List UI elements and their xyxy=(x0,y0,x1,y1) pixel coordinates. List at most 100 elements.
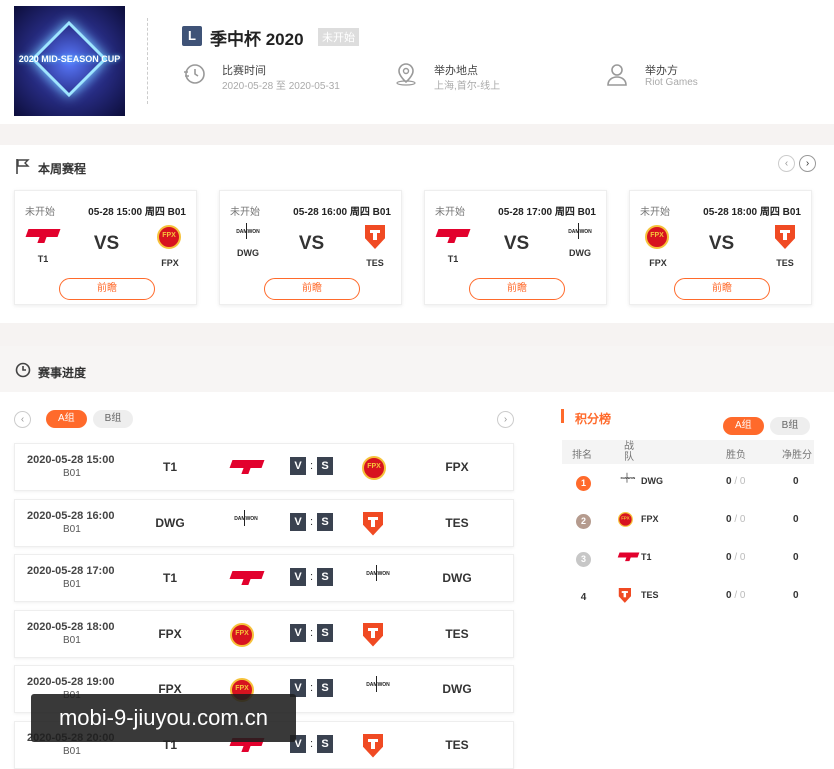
rank-badge: 3 xyxy=(576,552,591,567)
standings-tabs: A组 B组 xyxy=(723,417,811,435)
vs-right: S xyxy=(317,734,334,753)
dwg-logo-icon: DAMWON xyxy=(362,676,394,692)
vs-right: S xyxy=(317,512,334,531)
vs-score: V : S xyxy=(290,734,334,753)
win-loss: 0 / 0 xyxy=(726,476,745,487)
preview-button[interactable]: 前瞻 xyxy=(469,278,565,300)
logo-text: 2020 MID-SEASON CUP xyxy=(18,54,121,64)
match-time: 05-28 17:00 周四 B01 xyxy=(498,207,596,218)
team-name: DWG xyxy=(641,476,663,486)
team-b-name: FPX xyxy=(161,258,179,268)
info-label: 举办地点 xyxy=(434,65,478,77)
vs-score: V : S xyxy=(290,568,334,586)
match-bo: B01 xyxy=(63,523,81,535)
event-logo: 2020 MID-SEASON CUP xyxy=(14,6,125,116)
match-time: 05-28 16:00 周四 B01 xyxy=(293,207,391,218)
info-label: 举办方 xyxy=(645,65,678,77)
vs-colon: : xyxy=(310,460,314,472)
league-badge: L xyxy=(182,26,202,46)
info-label: 比赛时间 xyxy=(222,65,266,77)
standings-tab-a[interactable]: A组 xyxy=(723,417,764,435)
win-loss: 0 / 0 xyxy=(726,590,745,601)
team-a-name: FPX xyxy=(158,626,182,641)
team-a-name: T1 xyxy=(162,460,177,474)
header-rank: 排名 xyxy=(572,450,592,461)
tes-logo-icon xyxy=(362,733,384,758)
progress-clock-icon xyxy=(15,362,31,378)
match-row[interactable]: 2020-05-28 17:00 B01 T1 V : S DAMWON DWG xyxy=(14,554,514,602)
standings-tab-b[interactable]: B组 xyxy=(769,417,811,435)
vs-score: V : S xyxy=(290,512,334,531)
win-loss: 0 / 0 xyxy=(726,552,745,563)
progress-header xyxy=(0,346,834,392)
match-status: 未开始 xyxy=(25,207,55,218)
tes-logo-icon xyxy=(362,622,384,647)
losses: 0 xyxy=(739,590,746,601)
flag-icon xyxy=(16,159,30,174)
vs-left: V xyxy=(290,512,306,531)
match-card[interactable]: 未开始 05-28 15:00 周四 B01 T1 VS FPX FPX 前瞻 xyxy=(14,190,197,305)
net-score: 0 xyxy=(793,590,799,601)
wl-separator: / xyxy=(734,552,738,563)
week-title: 本周赛程 xyxy=(38,162,87,176)
team-name: T1 xyxy=(641,552,652,562)
t1-logo-icon xyxy=(229,567,265,587)
page: 2020 MID-SEASON CUP L 季中杯 2020 未开始 比赛时间 … xyxy=(0,0,834,769)
group-tabs: A组 B组 xyxy=(46,410,134,428)
team-a-name: T1 xyxy=(162,571,177,585)
vs-score: V : S xyxy=(290,679,334,697)
team-b-name: TES xyxy=(776,258,794,268)
info-value: Riot Games xyxy=(645,77,698,88)
divider xyxy=(147,18,148,104)
group-prev-button[interactable]: ‹ xyxy=(14,411,31,428)
match-bo: B01 xyxy=(63,468,81,479)
match-time: 05-28 18:00 周四 B01 xyxy=(703,207,801,218)
team-b-name: FPX xyxy=(445,460,469,474)
net-score: 0 xyxy=(793,552,799,563)
team-b-name: TES xyxy=(445,737,469,752)
tes-logo-icon xyxy=(364,225,386,249)
wl-separator: / xyxy=(734,476,738,487)
team-a-name: T1 xyxy=(447,254,459,264)
match-time: 05-28 15:00 周四 B01 xyxy=(88,207,186,218)
team-b: TES xyxy=(760,225,810,268)
team-b-name: DWG xyxy=(569,248,591,258)
tab-group-a[interactable]: A组 xyxy=(46,410,87,428)
match-card[interactable]: 未开始 05-28 16:00 周四 B01 DAMWON DWG VS TES … xyxy=(219,190,402,305)
losses: 0 xyxy=(739,514,746,525)
rank-badge: 4 xyxy=(580,592,587,603)
fpx-logo-icon: FPX xyxy=(618,512,634,527)
standings-row: 4 TES 0 / 0 0 xyxy=(562,578,814,616)
vs-score: V : S xyxy=(290,623,334,642)
match-row[interactable]: 2020-05-28 18:00 B01 FPX FPX V : S TES xyxy=(14,609,514,658)
match-row[interactable]: 2020-05-28 16:00 B01 DWG DAMWON V : S TE… xyxy=(14,498,514,547)
team-b: DAMWON DWG xyxy=(555,223,605,258)
standings-row: 3 T1 0 / 0 0 xyxy=(562,540,814,578)
team-b: FPX FPX xyxy=(145,225,195,268)
net-score: 0 xyxy=(793,476,799,487)
preview-button[interactable]: 前瞻 xyxy=(674,278,770,300)
tab-group-b[interactable]: B组 xyxy=(92,410,134,428)
preview-button[interactable]: 前瞻 xyxy=(59,278,155,300)
header-wl: 胜负 xyxy=(726,450,746,461)
match-card[interactable]: 未开始 05-28 18:00 周四 B01 FPX FPX VS TES 前瞻 xyxy=(629,190,812,305)
rank-badge: 2 xyxy=(576,514,591,529)
team-b-name: TES xyxy=(445,515,469,530)
match-card[interactable]: 未开始 05-28 17:00 周四 B01 T1 VS DAMWON DWG 前… xyxy=(424,190,607,305)
team-name: FPX xyxy=(641,514,659,524)
next-arrow-button[interactable]: › xyxy=(799,155,816,172)
fpx-logo-icon: FPX xyxy=(157,225,183,249)
dwg-logo-icon: DAMWON xyxy=(230,509,262,526)
preview-button[interactable]: 前瞻 xyxy=(264,278,360,300)
match-datetime: 2020-05-28 17:00 xyxy=(27,565,115,577)
match-row[interactable]: 2020-05-28 15:00 B01 T1 V : S FPX FPX xyxy=(14,443,514,491)
tes-logo-icon xyxy=(774,225,796,249)
net-score: 0 xyxy=(793,514,799,525)
team-a-name: T1 xyxy=(37,254,49,264)
header-net: 净胜分 xyxy=(782,450,812,461)
event-header: 2020 MID-SEASON CUP L 季中杯 2020 未开始 比赛时间 … xyxy=(0,0,834,124)
group-next-button[interactable]: › xyxy=(497,411,514,428)
vs-colon: : xyxy=(310,737,314,750)
prev-arrow-button[interactable]: ‹ xyxy=(778,155,795,172)
match-status: 未开始 xyxy=(230,207,260,218)
